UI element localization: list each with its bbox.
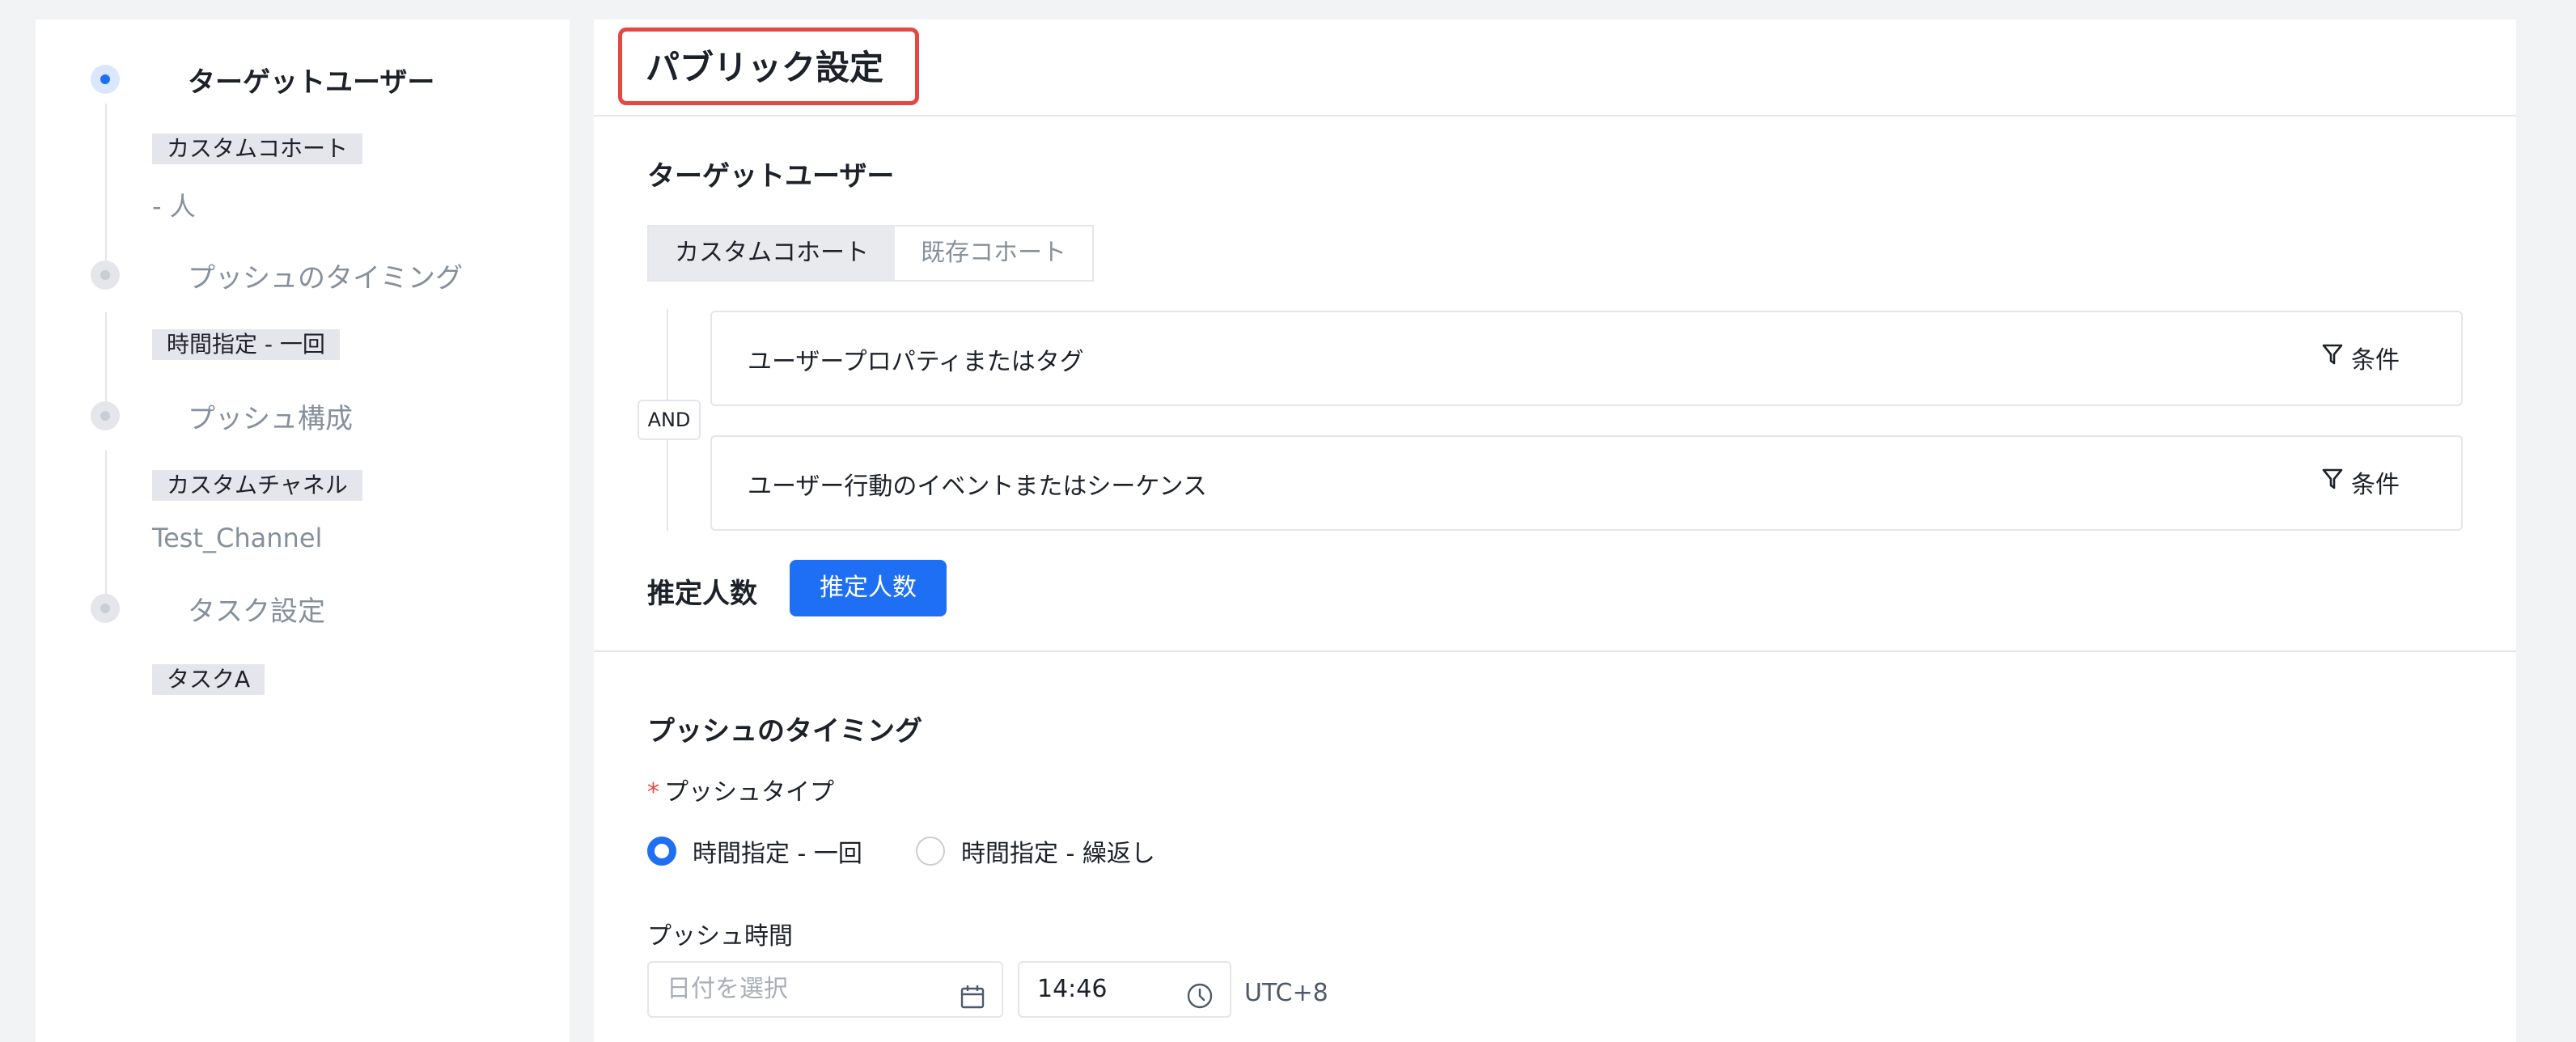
radio-checked-icon (647, 837, 676, 866)
estimate-button[interactable]: 推定人数 (790, 560, 947, 616)
step-connector (105, 450, 107, 607)
step-indicator-active (91, 65, 120, 94)
add-condition-button[interactable]: 条件 (2322, 464, 2400, 500)
filter-icon (2322, 343, 2343, 372)
cohort-tabs: カスタムコホート 既存コホート (647, 225, 1094, 282)
calendar-icon (960, 976, 985, 1029)
time-value: 14:46 (1037, 975, 1108, 1003)
divider (594, 115, 2516, 116)
push-type-label-text: プッシュタイプ (664, 778, 834, 807)
timezone-label: UTC+8 (1244, 979, 1328, 1007)
required-mark: * (647, 778, 659, 807)
section-title-timing: プッシュのタイミング (647, 715, 922, 748)
step-tag: タスクA (152, 664, 265, 695)
condition-label: ユーザー行動のイベントまたはシーケンス (748, 472, 1207, 501)
time-picker[interactable]: 14:46 (1018, 961, 1231, 1018)
condition-button-label: 条件 (2351, 346, 2400, 375)
step-indicator (91, 594, 120, 623)
date-placeholder: 日付を選択 (667, 975, 788, 1003)
step-connector (105, 104, 107, 273)
radio-once[interactable]: 時間指定 - 一回 (647, 833, 862, 869)
radio-label: 時間指定 - 一回 (693, 840, 862, 868)
page-title: パブリック設定 (646, 48, 884, 87)
step-subtext: - 人 (152, 191, 196, 222)
step-connector (105, 312, 107, 416)
push-type-label: * プッシュタイプ (647, 772, 834, 807)
add-condition-button[interactable]: 条件 (2322, 340, 2400, 375)
condition-label: ユーザープロパティまたはタグ (748, 348, 1084, 376)
step-title: プッシュのタイミング (188, 262, 463, 294)
step-title: ターゲットユーザー (188, 66, 435, 99)
step-title: タスク設定 (188, 595, 325, 628)
radio-unchecked-icon (916, 837, 945, 866)
step-title: プッシュ構成 (188, 403, 353, 435)
push-time-label: プッシュ時間 (647, 922, 793, 951)
radio-label: 時間指定 - 繰返し (961, 840, 1155, 868)
tab-custom-cohort[interactable]: カスタムコホート (649, 227, 895, 280)
divider (594, 650, 2516, 652)
date-picker[interactable]: 日付を選択 (647, 961, 1003, 1018)
step-tag: カスタムコホート (152, 133, 363, 164)
step-indicator (91, 260, 120, 290)
settings-panel: パブリック設定 ターゲットユーザー カスタムコホート 既存コホート AND ユー… (594, 19, 2516, 1042)
condition-button-label: 条件 (2351, 471, 2400, 499)
estimate-label: 推定人数 (647, 578, 757, 610)
section-title-target: ターゲットユーザー (647, 160, 895, 193)
radio-repeat[interactable]: 時間指定 - 繰返し (916, 833, 1155, 869)
filter-icon (2322, 468, 2343, 497)
tab-existing-cohort[interactable]: 既存コホート (895, 227, 1092, 280)
step-tag: カスタムチャネル (152, 470, 362, 501)
condition-user-events: ユーザー行動のイベントまたはシーケンス 条件 (710, 435, 2463, 531)
clock-icon (1186, 976, 1214, 1029)
step-tag: 時間指定 - 一回 (152, 329, 340, 360)
step-sidebar: ターゲットユーザー カスタムコホート - 人 プッシュのタイミング 時間指定 -… (36, 19, 570, 1042)
and-toggle[interactable]: AND (638, 400, 701, 440)
step-subtext: Test_Channel (152, 523, 323, 553)
step-indicator (91, 401, 120, 430)
condition-user-properties: ユーザープロパティまたはタグ 条件 (710, 311, 2463, 406)
